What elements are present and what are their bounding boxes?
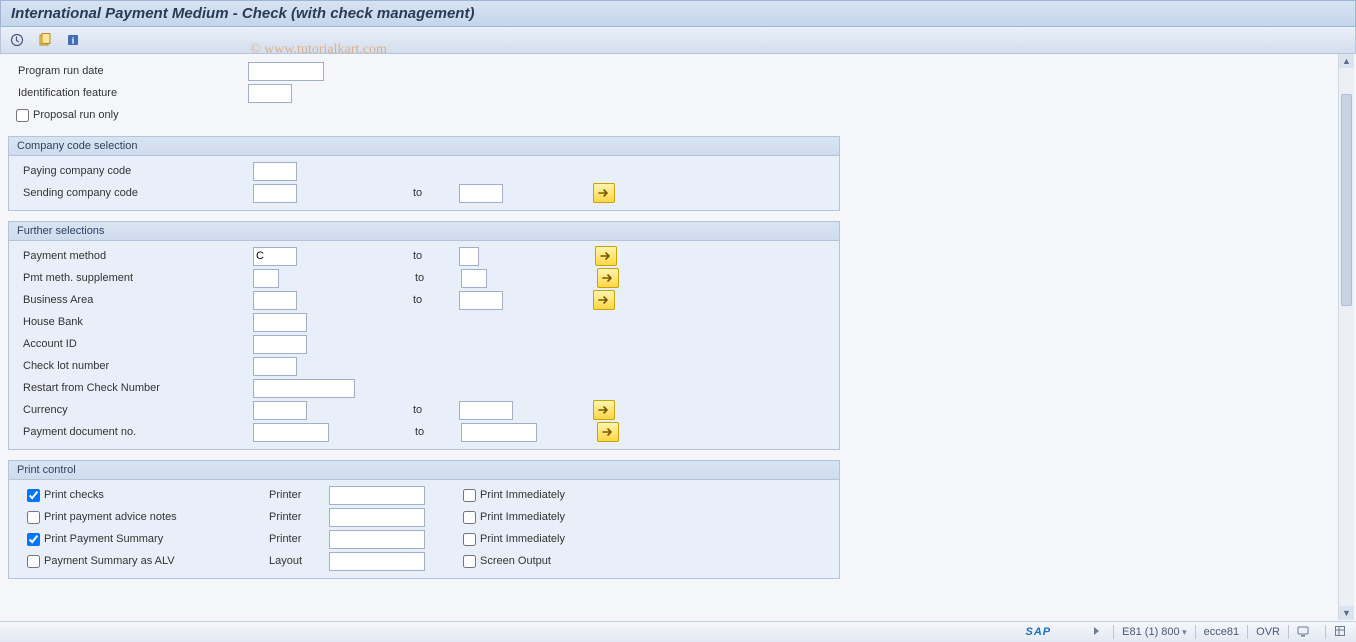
status-local-layout-icon[interactable] xyxy=(1297,625,1311,639)
label-to: to xyxy=(407,294,459,306)
label-pc2-2: Print Immediately xyxy=(480,533,565,545)
label-pc2-3: Screen Output xyxy=(480,555,551,567)
label-pc2-0: Print Immediately xyxy=(480,489,565,501)
input-paying-company-code[interactable] xyxy=(253,162,297,181)
label-to: to xyxy=(407,187,459,199)
input-program-run-date[interactable] xyxy=(248,62,324,81)
print-control-row: Print checks Printer Print Immediately xyxy=(9,484,839,506)
label-house-bank: House Bank xyxy=(9,316,253,328)
status-layout-menu-icon[interactable] xyxy=(1334,625,1348,639)
print-control-row: Payment Summary as ALV Layout Screen Outpu… xyxy=(9,550,839,572)
input-payment-method-high[interactable] xyxy=(459,247,479,266)
print-control-row: Print payment advice notes Printer Print I… xyxy=(9,506,839,528)
label-payment-method: Payment method xyxy=(9,250,253,262)
input-restart-check-number[interactable] xyxy=(253,379,355,398)
label-to: to xyxy=(407,250,459,262)
input-business-area-high[interactable] xyxy=(459,291,503,310)
execute-icon[interactable] xyxy=(7,30,27,50)
content-area: Program run date Identification feature … xyxy=(0,54,1356,579)
group-header: Further selections xyxy=(9,222,839,241)
label-restart-check-number: Restart from Check Number xyxy=(9,382,253,394)
checkbox-pc2-3[interactable] xyxy=(463,555,476,568)
checkbox-proposal-run-only[interactable] xyxy=(16,109,29,122)
scroll-thumb[interactable] xyxy=(1341,94,1352,306)
status-session[interactable]: E81 (1) 800 xyxy=(1122,626,1187,638)
status-bar: SAP E81 (1) 800 ecce81 OVR xyxy=(0,621,1356,642)
input-account-id[interactable] xyxy=(253,335,307,354)
multi-select-button[interactable] xyxy=(593,183,615,203)
input-pay-doc-high[interactable] xyxy=(461,423,537,442)
label-account-id: Account ID xyxy=(9,338,253,350)
group-further-selections: Further selections Payment method to Pmt… xyxy=(8,221,840,450)
label-to: to xyxy=(409,426,461,438)
label-to: to xyxy=(407,404,459,416)
multi-select-button[interactable] xyxy=(597,422,619,442)
vertical-scrollbar[interactable]: ▲ ▼ xyxy=(1338,54,1354,620)
label-pmt-meth-supplement: Pmt meth. supplement xyxy=(9,272,253,284)
label-pc-col2-0: Printer xyxy=(269,489,329,501)
input-pc-1[interactable] xyxy=(329,508,425,527)
checkbox-pc2-2[interactable] xyxy=(463,533,476,546)
checkbox-pc2-1[interactable] xyxy=(463,511,476,524)
sap-logo: SAP xyxy=(1026,626,1052,638)
input-currency-low[interactable] xyxy=(253,401,307,420)
input-business-area-low[interactable] xyxy=(253,291,297,310)
checkbox-pc2-0[interactable] xyxy=(463,489,476,502)
label-pc-3: Payment Summary as ALV xyxy=(44,555,175,567)
app-toolbar: i xyxy=(0,27,1356,54)
checkbox-pc-2[interactable] xyxy=(27,533,40,546)
print-control-row: Print Payment Summary Printer Print Immedi… xyxy=(9,528,839,550)
label-sending-company-code: Sending company code xyxy=(9,187,253,199)
multi-select-button[interactable] xyxy=(597,268,619,288)
multi-select-button[interactable] xyxy=(593,290,615,310)
input-pc-0[interactable] xyxy=(329,486,425,505)
multi-select-button[interactable] xyxy=(595,246,617,266)
input-sending-company-code-low[interactable] xyxy=(253,184,297,203)
label-payment-document-no: Payment document no. xyxy=(9,426,253,438)
label-pc-col2-2: Printer xyxy=(269,533,329,545)
status-insert-mode: OVR xyxy=(1256,626,1280,638)
group-header: Company code selection xyxy=(9,137,839,156)
window-title: International Payment Medium - Check (wi… xyxy=(0,0,1356,27)
label-program-run-date: Program run date xyxy=(8,65,248,77)
label-check-lot-number: Check lot number xyxy=(9,360,253,372)
input-pay-doc-low[interactable] xyxy=(253,423,329,442)
label-pc2-1: Print Immediately xyxy=(480,511,565,523)
input-currency-high[interactable] xyxy=(459,401,513,420)
input-check-lot-number[interactable] xyxy=(253,357,297,376)
label-proposal-run-only: Proposal run only xyxy=(33,109,119,121)
input-pmt-supp-high[interactable] xyxy=(461,269,487,288)
label-paying-company-code: Paying company code xyxy=(9,165,253,177)
label-pc-2: Print Payment Summary xyxy=(44,533,163,545)
multi-select-button[interactable] xyxy=(593,400,615,420)
status-server: ecce81 xyxy=(1204,626,1239,638)
label-pc-1: Print payment advice notes xyxy=(44,511,177,523)
status-nav-icon[interactable] xyxy=(1091,625,1105,639)
info-icon[interactable]: i xyxy=(63,30,83,50)
label-business-area: Business Area xyxy=(9,294,253,306)
group-company-code-selection: Company code selection Paying company co… xyxy=(8,136,840,211)
group-print-control: Print control Print checks Printer Print I… xyxy=(8,460,840,579)
input-pc-2[interactable] xyxy=(329,530,425,549)
label-pc-col2-3: Layout xyxy=(269,555,329,567)
checkbox-pc-3[interactable] xyxy=(27,555,40,568)
label-pc-0: Print checks xyxy=(44,489,104,501)
input-house-bank[interactable] xyxy=(253,313,307,332)
label-currency: Currency xyxy=(9,404,253,416)
input-pc-3[interactable] xyxy=(329,552,425,571)
scroll-up-arrow-icon[interactable]: ▲ xyxy=(1339,54,1354,68)
input-payment-method-low[interactable] xyxy=(253,247,297,266)
checkbox-pc-1[interactable] xyxy=(27,511,40,524)
label-identification-feature: Identification feature xyxy=(8,87,248,99)
group-header: Print control xyxy=(9,461,839,480)
input-pmt-supp-low[interactable] xyxy=(253,269,279,288)
checkbox-pc-0[interactable] xyxy=(27,489,40,502)
label-to: to xyxy=(409,272,461,284)
label-pc-col2-1: Printer xyxy=(269,511,329,523)
get-variant-icon[interactable] xyxy=(35,30,55,50)
scroll-down-arrow-icon[interactable]: ▼ xyxy=(1339,606,1354,620)
input-sending-company-code-high[interactable] xyxy=(459,184,503,203)
input-identification-feature[interactable] xyxy=(248,84,292,103)
